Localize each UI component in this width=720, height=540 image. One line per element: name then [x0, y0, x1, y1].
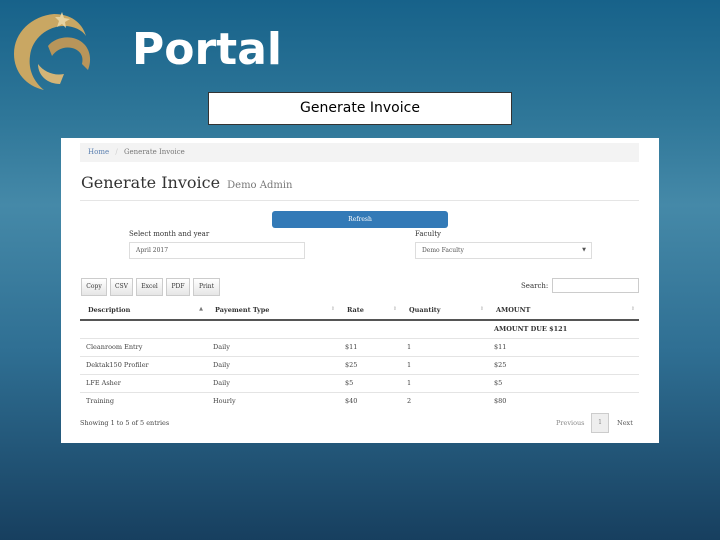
table-cell: Daily: [207, 337, 339, 356]
breadcrumb-home[interactable]: Home: [88, 148, 109, 156]
table-cell: $25: [339, 355, 401, 374]
breadcrumb: Home / Generate Invoice: [80, 143, 639, 162]
table-cell: 2: [401, 391, 488, 410]
month-input[interactable]: April 2017: [129, 242, 305, 259]
next-button[interactable]: Next: [617, 419, 633, 427]
page-subtitle: Demo Admin: [227, 180, 293, 191]
table-cell: $25: [488, 355, 639, 374]
col-quantity[interactable]: Quantity ⇕: [401, 300, 488, 321]
amount-due: AMOUNT DUE $121: [494, 325, 568, 334]
column-header-label: Payement Type: [215, 305, 270, 314]
col-amount[interactable]: AMOUNT ⇕: [488, 300, 639, 321]
faculty-label: Faculty: [415, 230, 441, 238]
page-title-text: Generate Invoice: [81, 173, 221, 192]
month-label: Select month and year: [129, 230, 210, 238]
brand-title: Portal: [132, 24, 282, 75]
search-label: Search:: [521, 282, 549, 290]
excel-button[interactable]: Excel: [136, 278, 163, 296]
column-header-label: Quantity: [409, 305, 441, 314]
breadcrumb-separator: /: [115, 148, 118, 156]
col-description[interactable]: Description ▲: [80, 300, 207, 321]
pdf-button[interactable]: PDF: [166, 278, 190, 296]
sort-icon: ⇕: [479, 305, 484, 312]
print-button[interactable]: Print: [193, 278, 220, 296]
sort-icon: ⇕: [630, 305, 635, 312]
table-cell: $80: [488, 391, 639, 410]
table-cell: $40: [339, 391, 401, 410]
divider: [80, 200, 639, 201]
col-rate[interactable]: Rate ⇕: [339, 300, 401, 321]
copy-button[interactable]: Copy: [81, 278, 107, 296]
table-cell: Daily: [207, 373, 339, 392]
table-cell: Hourly: [207, 391, 339, 410]
table-cell: 1: [401, 373, 488, 392]
csv-button[interactable]: CSV: [110, 278, 133, 296]
sort-icon: ⇕: [392, 305, 397, 312]
chevron-down-icon: ▼: [582, 247, 586, 253]
col-payment-type[interactable]: Payement Type ⇕: [207, 300, 339, 321]
table-row: Dektak150 Profiler Daily $25 1 $25: [80, 355, 639, 374]
table-cell: Cleanroom Entry: [80, 337, 207, 356]
search-input[interactable]: [552, 278, 639, 293]
table-info: Showing 1 to 5 of 5 entries: [80, 419, 170, 427]
breadcrumb-current: Generate Invoice: [123, 148, 185, 156]
page-1-button[interactable]: 1: [591, 413, 609, 433]
table-cell: $5: [339, 373, 401, 392]
table-row: Training Hourly $40 2 $80: [80, 391, 639, 410]
table-cell: 1: [401, 355, 488, 374]
invoice-panel: Home / Generate Invoice Generate Invoice…: [61, 138, 659, 443]
table-cell: Daily: [207, 355, 339, 374]
invoice-table: Description ▲ Payement Type ⇕ Rate ⇕ Quanti…: [80, 300, 639, 410]
slide-title: Generate Invoice: [208, 92, 512, 125]
column-header-label: Description: [88, 305, 131, 314]
column-header-label: Rate: [347, 305, 364, 314]
faculty-select[interactable]: Demo Faculty ▼: [415, 242, 592, 259]
previous-button[interactable]: Previous: [556, 419, 585, 427]
amount-due-row: AMOUNT DUE $121: [80, 320, 639, 338]
table-cell: Dektak150 Profiler: [80, 355, 207, 374]
table-cell: $5: [488, 373, 639, 392]
table-row: LFE Asher Daily $5 1 $5: [80, 373, 639, 392]
faculty-value: Demo Faculty: [422, 247, 464, 254]
table-cell: LFE Asher: [80, 373, 207, 392]
table-row: Cleanroom Entry Daily $11 1 $11: [80, 337, 639, 356]
page-title: Generate Invoice Demo Admin: [81, 173, 293, 192]
table-cell: 1: [401, 337, 488, 356]
refresh-button[interactable]: Refresh: [272, 211, 448, 228]
table-cell: $11: [488, 337, 639, 356]
table-cell: $11: [339, 337, 401, 356]
sort-icon: ▲: [199, 305, 203, 312]
column-header-label: AMOUNT: [496, 305, 531, 314]
pegasus-logo: [14, 12, 91, 90]
sort-icon: ⇕: [330, 305, 335, 312]
table-cell: Training: [80, 391, 207, 410]
